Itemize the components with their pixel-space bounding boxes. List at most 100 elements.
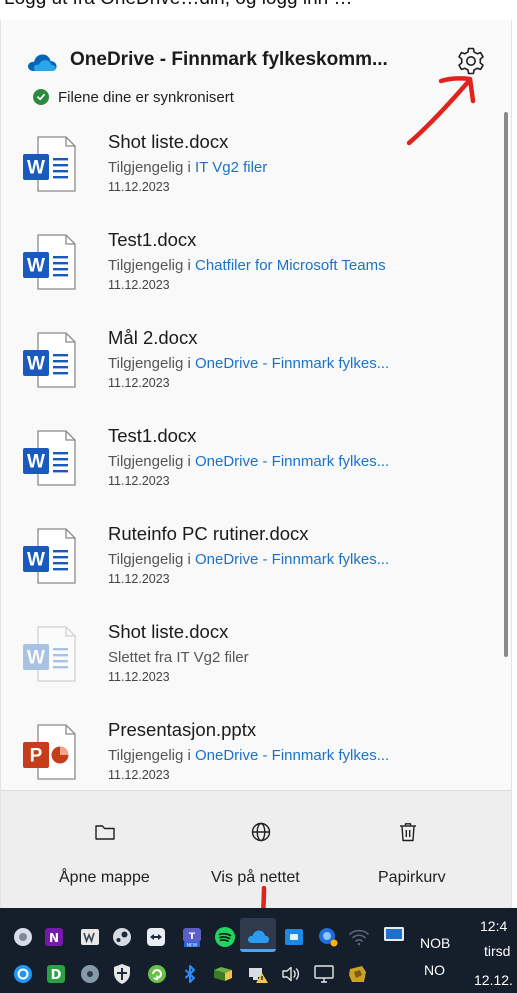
- svg-text:D: D: [51, 968, 62, 983]
- file-location: Tilgjengelig i OneDrive - Finnmark fylke…: [108, 355, 389, 372]
- volume-icon[interactable]: [279, 962, 303, 986]
- file-name: Test1.docx: [108, 425, 197, 446]
- open-folder-label: Åpne mappe: [59, 869, 150, 886]
- sync-status: Filene dine er synkronisert: [33, 88, 234, 106]
- file-location: Tilgjengelig i IT Vg2 filer: [108, 159, 267, 176]
- bluetooth-icon[interactable]: [178, 962, 202, 986]
- svg-text:T: T: [189, 932, 196, 942]
- cortana-icon[interactable]: [11, 962, 35, 986]
- svg-text:W: W: [27, 452, 45, 473]
- svg-text:W: W: [27, 550, 45, 571]
- globe-icon: [251, 822, 271, 842]
- file-location: Tilgjengelig i OneDrive - Finnmark fylke…: [108, 551, 389, 568]
- file-location-link[interactable]: OneDrive - Finnmark fylkes...: [195, 551, 389, 568]
- sync-check-icon: [33, 89, 49, 105]
- svg-text:W: W: [27, 158, 45, 179]
- file-item[interactable]: W Ruteinfo PC rutiner.docx Tilgjengelig …: [1, 504, 499, 602]
- clock-date[interactable]: 12.12.: [474, 972, 513, 988]
- file-location-link[interactable]: OneDrive - Finnmark fylkes...: [195, 747, 389, 764]
- file-item[interactable]: P Presentasjon.pptx Tilgjengelig i OneDr…: [1, 700, 499, 798]
- file-deleted-text: Slettet fra IT Vg2 filer: [108, 649, 249, 666]
- file-name: Test1.docx: [108, 229, 197, 250]
- word-document-icon: W: [22, 232, 78, 292]
- tray-app-icon[interactable]: [282, 925, 306, 949]
- scroll-thumb[interactable]: [504, 112, 508, 657]
- taskbar: N T NEW NOB 12:4 tirsd D NO 12.12.: [0, 908, 517, 993]
- tray-circle-icon[interactable]: [11, 925, 35, 949]
- game-app-icon[interactable]: [346, 962, 370, 986]
- sync-status-text: Filene dine er synkronisert: [58, 88, 234, 106]
- screen-icon[interactable]: [382, 923, 406, 947]
- file-date: 11.12.2023: [108, 670, 170, 684]
- trash-icon: [400, 823, 416, 842]
- file-item[interactable]: W Test1.docx Tilgjengelig i OneDrive - F…: [1, 406, 499, 504]
- file-location: Tilgjengelig i Chatfiler for Microsoft T…: [108, 257, 386, 274]
- file-item[interactable]: W Mål 2.docx Tilgjengelig i OneDrive - F…: [1, 308, 499, 406]
- d-app-icon[interactable]: D: [44, 962, 68, 986]
- clock-weekday[interactable]: tirsd: [484, 943, 510, 959]
- winword-tray-icon[interactable]: [78, 925, 102, 949]
- recycle-bin-label: Papirkurv: [378, 869, 446, 886]
- word-document-icon: W: [22, 428, 78, 488]
- word-document-icon: W: [22, 134, 78, 194]
- disk-icon[interactable]: [78, 962, 102, 986]
- svg-text:P: P: [30, 746, 43, 767]
- panel-footer: Åpne mappe Vis på nettet Papirkurv: [1, 790, 511, 908]
- network-warning-icon[interactable]: [246, 962, 270, 986]
- teams-new-icon[interactable]: T NEW: [180, 925, 204, 949]
- file-location-prefix: Tilgjengelig i: [108, 355, 195, 372]
- file-name: Presentasjon.pptx: [108, 719, 257, 740]
- file-location-prefix: Tilgjengelig i: [108, 551, 195, 568]
- file-location: Tilgjengelig i OneDrive - Finnmark fylke…: [108, 453, 389, 470]
- file-location-link[interactable]: OneDrive - Finnmark fylkes...: [195, 453, 389, 470]
- clock-time[interactable]: 12:4: [480, 918, 507, 934]
- file-location: Tilgjengelig i OneDrive - Finnmark fylke…: [108, 747, 389, 764]
- file-date: 11.12.2023: [108, 278, 170, 292]
- onedrive-panel: OneDrive - Finnmark fylkeskomm... Filene…: [0, 20, 512, 908]
- file-item[interactable]: W Test1.docx Tilgjengelig i Chatfiler fo…: [1, 210, 499, 308]
- tray-folder-icon[interactable]: [211, 962, 235, 986]
- svg-text:W: W: [27, 648, 45, 669]
- wifi-icon[interactable]: [347, 925, 371, 949]
- file-location-prefix: Tilgjengelig i: [108, 453, 195, 470]
- scrollbar[interactable]: [503, 112, 509, 702]
- onedrive-tray-icon[interactable]: [246, 925, 270, 949]
- settings-gear-icon[interactable]: [455, 45, 487, 77]
- file-item[interactable]: W Shot liste.docx Slettet fra IT Vg2 fil…: [1, 602, 499, 700]
- file-date: 11.12.2023: [108, 768, 170, 782]
- file-date: 11.12.2023: [108, 572, 170, 586]
- file-date: 11.12.2023: [108, 180, 170, 194]
- language-indicator-bottom[interactable]: NO: [424, 962, 445, 978]
- svg-text:NEW: NEW: [187, 942, 198, 948]
- view-online-button[interactable]: Vis på nettet: [196, 791, 336, 908]
- file-location: Slettet fra IT Vg2 filer: [108, 649, 249, 666]
- open-folder-button[interactable]: Åpne mappe: [41, 791, 171, 908]
- folder-icon: [95, 825, 115, 840]
- file-date: 11.12.2023: [108, 376, 170, 390]
- file-location-prefix: Tilgjengelig i: [108, 159, 195, 176]
- file-location-prefix: Tilgjengelig i: [108, 257, 195, 274]
- file-location-link[interactable]: Chatfiler for Microsoft Teams: [195, 257, 386, 274]
- teamviewer-icon[interactable]: [144, 925, 168, 949]
- file-date: 11.12.2023: [108, 474, 170, 488]
- language-indicator-top[interactable]: NOB: [420, 935, 450, 951]
- svg-text:N: N: [49, 931, 59, 945]
- word-document-deleted-icon: W: [22, 624, 78, 684]
- recycle-bin-button[interactable]: Papirkurv: [366, 791, 476, 908]
- file-item[interactable]: W Shot liste.docx Tilgjengelig i IT Vg2 …: [1, 112, 499, 210]
- onenote-icon[interactable]: N: [42, 925, 66, 949]
- sync-refresh-icon[interactable]: [145, 962, 169, 986]
- panel-header: OneDrive - Finnmark fylkeskomm... Filene…: [1, 20, 511, 112]
- feedback-hub-icon[interactable]: [316, 925, 340, 949]
- steam-icon[interactable]: [110, 925, 134, 949]
- panel-title: OneDrive - Finnmark fylkeskomm...: [70, 49, 388, 70]
- file-list: W Shot liste.docx Tilgjengelig i IT Vg2 …: [1, 112, 499, 807]
- svg-text:W: W: [27, 256, 45, 277]
- security-shield-icon[interactable]: [110, 962, 134, 986]
- spotify-icon[interactable]: [213, 925, 237, 949]
- top-caption: Logg ut fra OneDrive…din, og logg inn …: [0, 0, 517, 14]
- file-location-link[interactable]: IT Vg2 filer: [195, 159, 267, 176]
- file-name: Shot liste.docx: [108, 621, 229, 642]
- file-location-link[interactable]: OneDrive - Finnmark fylkes...: [195, 355, 389, 372]
- network-monitor-icon[interactable]: [312, 962, 336, 986]
